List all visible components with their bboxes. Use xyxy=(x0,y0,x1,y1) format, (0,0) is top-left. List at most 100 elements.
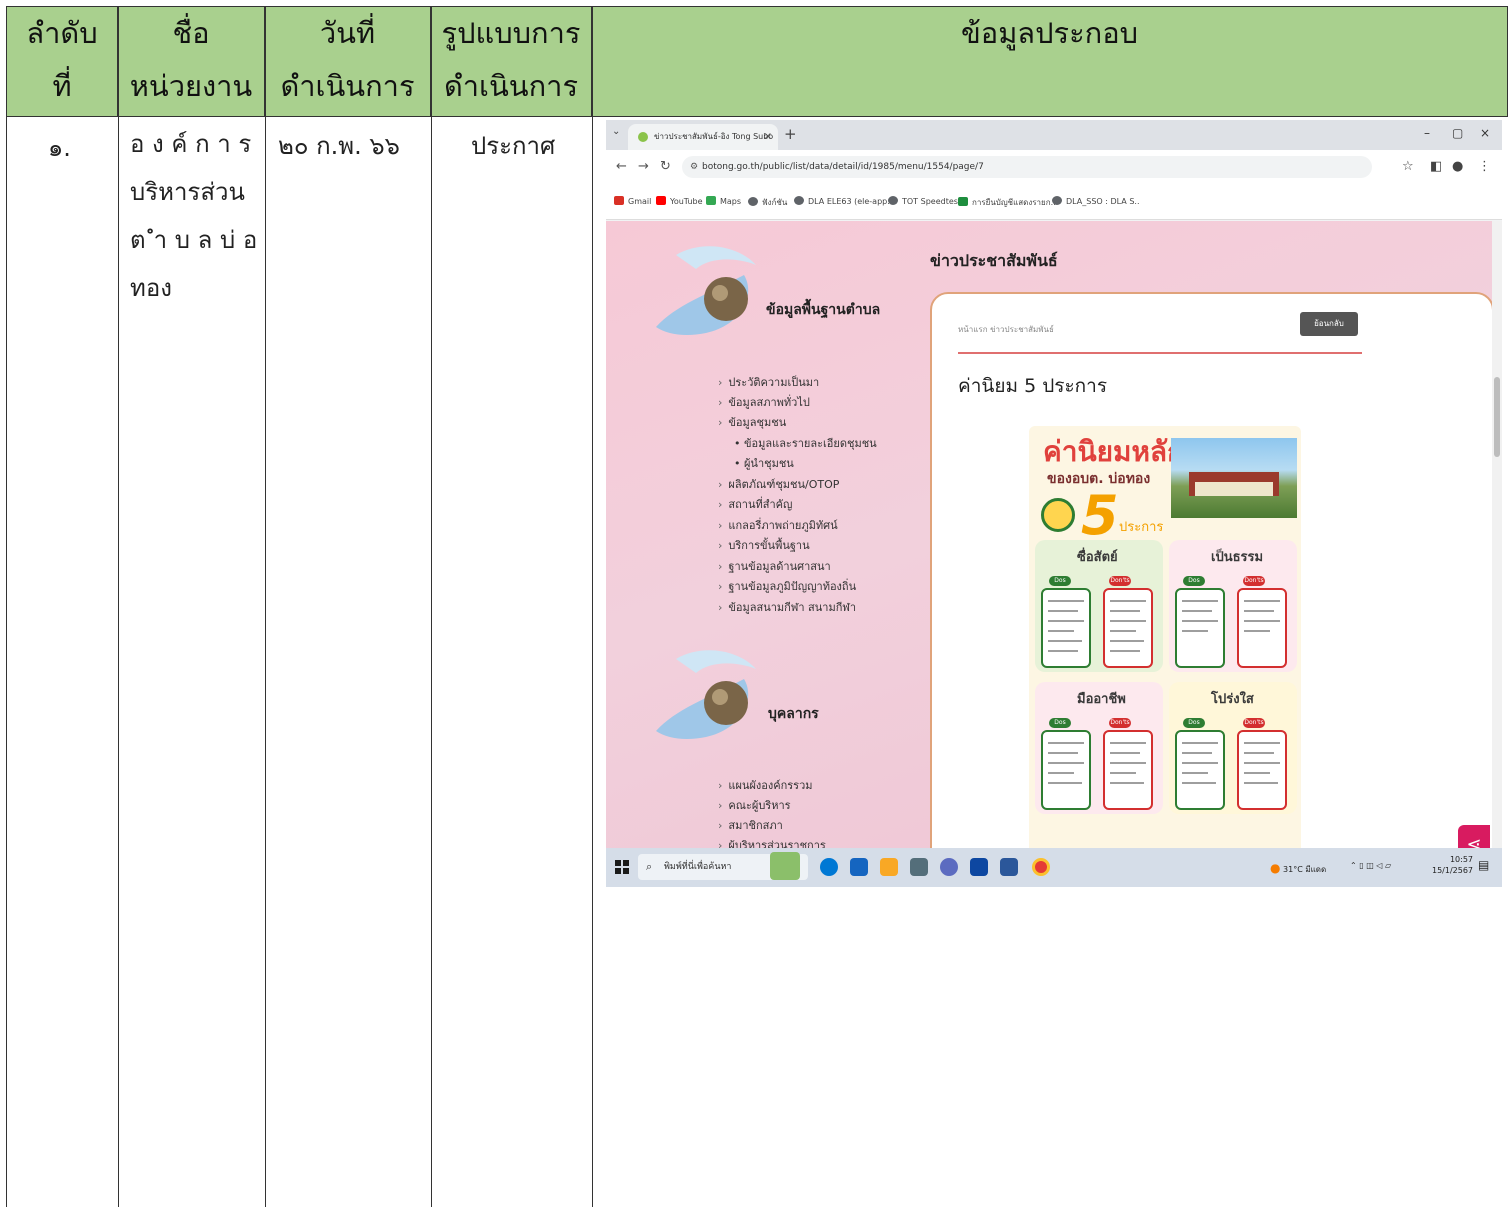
menu-item[interactable]: › สมาชิกสภา xyxy=(718,816,783,834)
media-player-icon[interactable] xyxy=(940,858,958,876)
bookmark-youtube[interactable]: YouTube xyxy=(656,196,703,206)
document-icon xyxy=(958,197,968,206)
profile-icon[interactable]: ● xyxy=(1452,159,1463,174)
back-button[interactable]: ย้อนกลับ xyxy=(1300,312,1358,336)
scrollbar-thumb[interactable] xyxy=(1494,377,1500,457)
menu-item[interactable]: › คณะผู้บริหาร xyxy=(718,796,791,814)
page-scrollbar[interactable] xyxy=(1492,221,1502,848)
url-bar[interactable]: ⚙ botong.go.th/public/list/data/detail/i… xyxy=(682,156,1372,178)
close-tab-icon[interactable]: × xyxy=(764,124,772,150)
donts-pill: Don'ts xyxy=(1243,718,1265,728)
menu-item[interactable]: › สถานที่สำคัญ xyxy=(718,495,792,513)
dos-pill: Dos xyxy=(1183,718,1205,728)
operation-format: ประกาศ xyxy=(471,132,556,160)
weather-status: ● 31°C มีแดด xyxy=(1270,861,1327,875)
tab-title: ข่าวประชาสัมพันธ์-อิง Tong Subo xyxy=(654,132,774,141)
operation-date: ๒๐ ก.พ. ๖๖ xyxy=(278,132,400,160)
news-heading: ข่าวประชาสัมพันธ์ xyxy=(930,251,1058,270)
donts-pill: Don'ts xyxy=(1243,576,1265,586)
file-explorer-icon[interactable] xyxy=(880,858,898,876)
bookmark-tot-speedtest[interactable]: TOT Speedtest xyxy=(888,196,961,206)
bookmark-star-icon[interactable]: ☆ xyxy=(1402,159,1414,174)
agency-line-4: ทอง xyxy=(130,274,172,302)
submenu-item[interactable]: • ผู้นำชุมชน xyxy=(734,454,794,472)
bookmark-function[interactable]: ฟังก์ชัน xyxy=(748,196,787,209)
dos-list xyxy=(1041,730,1091,810)
menu-item[interactable]: › บริการขั้นพื้นฐาน xyxy=(718,536,810,554)
gmail-icon xyxy=(614,196,624,205)
chevron-right-icon: › xyxy=(718,839,723,848)
menu-item[interactable]: › แผนผังองค์กรรวม xyxy=(718,776,813,794)
header-date-line1: วันที่ xyxy=(319,16,376,50)
forward-arrow-icon[interactable]: → xyxy=(638,159,649,174)
header-cell-date: วันที่ ดำเนินการ xyxy=(265,6,431,117)
notification-icon[interactable]: ▤ xyxy=(1478,858,1489,872)
browser-tab-strip: ⌄ ข่าวประชาสัมพันธ์-อิง Tong Subo × + – … xyxy=(606,120,1502,150)
agency-seal-icon xyxy=(1041,498,1075,532)
tab-list-chevron-icon[interactable]: ⌄ xyxy=(612,126,620,137)
poster-number-label: ประการ xyxy=(1119,520,1164,535)
side-panel-icon[interactable]: ◧ xyxy=(1430,159,1442,174)
bookmark-dla-ele[interactable]: DLA ELE63 (ele-app.. xyxy=(794,196,892,206)
chevron-right-icon: › xyxy=(718,519,723,532)
chevron-right-icon: › xyxy=(718,560,723,573)
bookmark-maps[interactable]: Maps xyxy=(706,196,741,206)
submenu-item[interactable]: • ข้อมูลและรายละเอียดชุมชน xyxy=(734,434,877,452)
mail-icon[interactable] xyxy=(850,858,868,876)
bookmark-gmail[interactable]: Gmail xyxy=(614,196,651,206)
share-button[interactable]: ⋖ xyxy=(1458,825,1490,848)
header-cell-agency: ชื่อ หน่วยงาน xyxy=(118,6,265,117)
word-icon[interactable] xyxy=(1000,858,1018,876)
menu-item[interactable]: › ฐานข้อมูลด้านศาสนา xyxy=(718,557,831,575)
menu-item[interactable]: › แกลอรี่ภาพถ่ายภูมิทัศน์ xyxy=(718,516,838,534)
menu-item[interactable]: › ข้อมูลสภาพทั่วไป xyxy=(718,393,810,411)
minimize-button[interactable]: – xyxy=(1424,126,1430,140)
menu-item[interactable]: › ข้อมูลสนามกีฬา สนามกีฬา xyxy=(718,598,856,616)
donts-list xyxy=(1103,730,1153,810)
grid-line xyxy=(431,6,432,1207)
bookmark-asset-declaration[interactable]: การยืนบัญชีแสดงรายก.. xyxy=(958,196,1056,209)
menu-item[interactable]: › ผลิตภัณฑ์ชุมชน/OTOP xyxy=(718,475,839,493)
address-toolbar: ← → ↻ ⚙ botong.go.th/public/list/data/de… xyxy=(606,150,1502,184)
clock[interactable]: 10:57 15/1/2567 xyxy=(1432,854,1473,876)
menu-item[interactable]: › ผู้บริหารส่วนราชการ xyxy=(718,836,826,848)
menu-kebab-icon[interactable]: ⋮ xyxy=(1478,159,1491,174)
menu-item[interactable]: › ประวัติความเป็นมา xyxy=(718,373,819,391)
maximize-button[interactable]: ▢ xyxy=(1452,126,1463,140)
grid-line xyxy=(118,6,119,1207)
share-icon: ⋖ xyxy=(1466,834,1482,848)
value-box: ซื่อสัตย์ Dos Don'ts xyxy=(1035,540,1163,672)
divider xyxy=(958,352,1362,354)
breadcrumb[interactable]: หน้าแรก ข่าวประชาสัมพันธ์ xyxy=(958,323,1054,336)
menu-item[interactable]: › ข้อมูลชุมชน xyxy=(718,413,786,431)
store-icon[interactable] xyxy=(910,858,928,876)
sun-icon: ● xyxy=(1270,861,1281,875)
back-arrow-icon[interactable]: ← xyxy=(616,159,627,174)
menu-item[interactable]: › ฐานข้อมูลภูมิปัญญาท้องถิ่น xyxy=(718,577,856,595)
reload-icon[interactable]: ↻ xyxy=(660,159,671,174)
agency-line-1: อ ง ค์ ก า ร xyxy=(130,130,252,158)
office-building-photo xyxy=(1171,438,1297,518)
site-settings-icon[interactable]: ⚙ xyxy=(690,156,698,178)
edge-browser-icon[interactable] xyxy=(820,858,838,876)
app-icon[interactable] xyxy=(970,858,988,876)
row-number: ๑. xyxy=(48,134,71,162)
site-favicon-icon xyxy=(638,132,648,142)
header-number-line1: ลำดับ xyxy=(26,16,98,50)
chevron-right-icon: › xyxy=(718,799,723,812)
header-cell-number: ลำดับ ที่ xyxy=(6,6,118,117)
search-icon: ⌕ xyxy=(646,860,653,873)
chrome-icon[interactable] xyxy=(1032,858,1050,876)
value-name: โปร่งใส xyxy=(1211,692,1254,707)
windows-taskbar: ⌕ พิมพ์ที่นี่เพื่อค้นหา ● 31°C มีแดด ⌃ ▯… xyxy=(606,848,1502,887)
browser-tab[interactable]: ข่าวประชาสัมพันธ์-อิง Tong Subo × xyxy=(628,124,778,150)
header-agency-line1: ชื่อ xyxy=(172,16,210,50)
bookmark-dla-sso[interactable]: DLA_SSO : DLA S.. xyxy=(1052,196,1140,206)
windows-start-icon[interactable] xyxy=(615,860,629,874)
close-window-button[interactable]: × xyxy=(1480,126,1490,140)
header-format-line2: ดำเนินการ xyxy=(443,69,579,103)
new-tab-button[interactable]: + xyxy=(784,125,797,143)
system-tray-icons[interactable]: ⌃ ▯ ◫ ◁ ▱ xyxy=(1350,861,1391,870)
value-box: มืออาชีพ Dos Don'ts xyxy=(1035,682,1163,814)
evidence-screenshot: ⌄ ข่าวประชาสัมพันธ์-อิง Tong Subo × + – … xyxy=(606,120,1502,887)
